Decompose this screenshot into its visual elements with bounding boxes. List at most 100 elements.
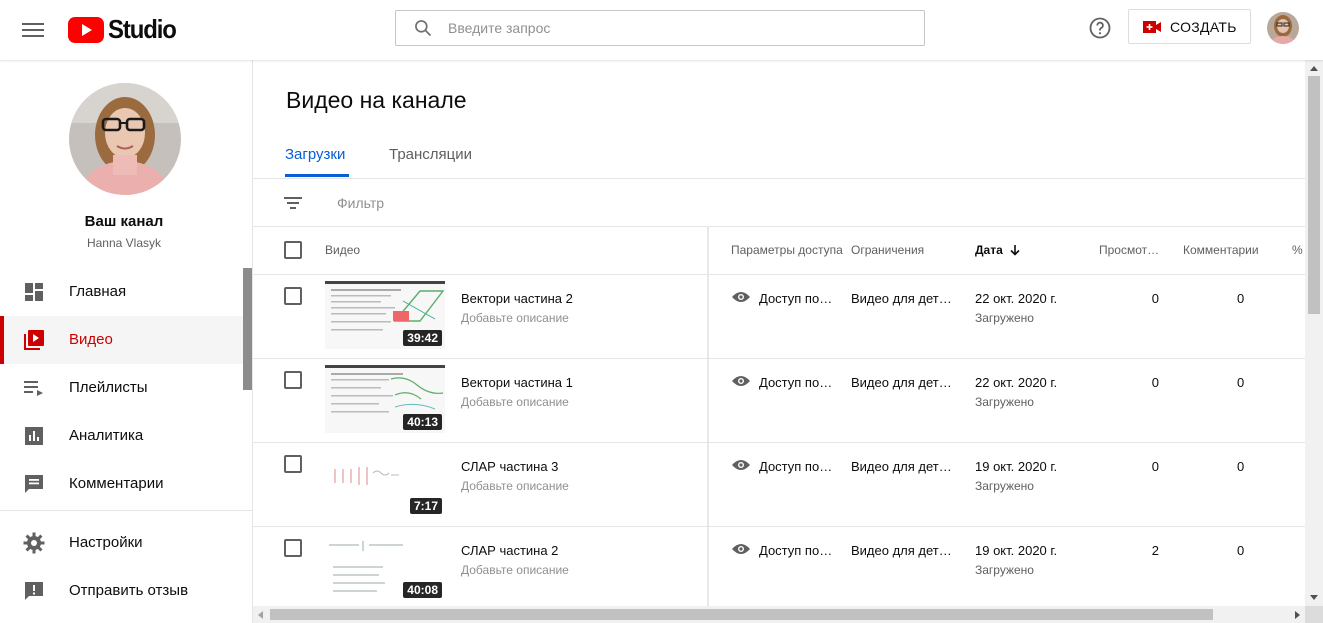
select-all-checkbox[interactable] xyxy=(284,241,302,259)
create-button[interactable]: СОЗДАТЬ xyxy=(1128,9,1251,44)
studio-logo[interactable]: Studio xyxy=(68,14,182,45)
search-input[interactable] xyxy=(448,20,888,36)
row-checkbox[interactable] xyxy=(284,539,302,557)
table-row[interactable]: 7:17 СЛАР частина 3 Добавьте описание До… xyxy=(253,442,1305,526)
scrollbar-thumb[interactable] xyxy=(1308,76,1320,314)
settings-gear-icon xyxy=(23,532,45,554)
restrictions-value: Видео для дет… xyxy=(851,291,952,306)
filter-input[interactable]: Фильтр xyxy=(337,195,384,211)
video-library-icon xyxy=(24,330,44,350)
column-header-views[interactable]: Просмот… xyxy=(1099,243,1159,257)
help-icon[interactable] xyxy=(1088,16,1112,40)
restrictions-value: Видео для дет… xyxy=(851,543,952,558)
table-row[interactable]: 39:42 Вектори частина 2 Добавьте описани… xyxy=(253,274,1305,358)
sidebar-item-videos[interactable]: Видео xyxy=(0,316,252,364)
create-label: СОЗДАТЬ xyxy=(1170,18,1237,35)
comments-count: 0 xyxy=(1237,291,1245,306)
video-thumbnail[interactable]: 39:42 xyxy=(325,281,445,349)
sidebar-item-label: Отправить отзыв xyxy=(69,582,189,599)
row-checkbox[interactable] xyxy=(284,455,302,473)
sidebar-item-label: Главная xyxy=(69,283,127,300)
analytics-icon xyxy=(25,427,43,445)
eye-icon xyxy=(732,544,750,554)
sidebar-item-feedback[interactable]: Отправить отзыв xyxy=(0,567,252,615)
video-title[interactable]: СЛАР частина 3 xyxy=(461,459,558,474)
channel-avatar[interactable] xyxy=(69,83,181,195)
video-thumbnail[interactable]: 7:17 xyxy=(325,449,445,517)
arrow-down-icon xyxy=(1010,245,1020,256)
video-title[interactable]: СЛАР частина 2 xyxy=(461,543,558,558)
video-duration: 7:17 xyxy=(409,498,442,514)
tab-uploads[interactable]: Загрузки xyxy=(285,146,345,163)
scroll-down-arrow-icon[interactable] xyxy=(1310,595,1318,600)
sidebar-item-label: Настройки xyxy=(69,534,143,551)
sidebar-divider xyxy=(0,510,252,511)
account-avatar[interactable] xyxy=(1267,12,1299,44)
column-header-visibility: Параметры доступа xyxy=(731,243,843,257)
camera-icon xyxy=(1143,20,1161,33)
date-value: 19 окт. 2020 г. xyxy=(975,543,1058,558)
playlist-icon xyxy=(24,381,43,396)
video-duration: 40:08 xyxy=(403,582,442,598)
video-thumbnail[interactable]: 40:08 xyxy=(325,533,445,601)
visibility-value[interactable]: Доступ по… xyxy=(759,543,832,558)
video-title[interactable]: Вектори частина 1 xyxy=(461,375,573,390)
visibility-value[interactable]: Доступ по… xyxy=(759,459,832,474)
sidebar-item-label: Аналитика xyxy=(69,427,144,444)
sidebar-item-comments[interactable]: Комментарии xyxy=(0,460,252,508)
logo-text: Studio xyxy=(108,14,177,44)
main-content: Видео на канале Загрузки Трансляции Филь… xyxy=(253,60,1305,623)
comments-count: 0 xyxy=(1237,459,1245,474)
vertical-scrollbar[interactable] xyxy=(1305,60,1323,606)
table-row[interactable]: 40:13 Вектори частина 1 Добавьте описани… xyxy=(253,358,1305,442)
sidebar-item-settings[interactable]: Настройки xyxy=(0,519,252,567)
sidebar-scrollbar[interactable] xyxy=(243,268,252,390)
tab-live[interactable]: Трансляции xyxy=(389,146,472,163)
views-count: 0 xyxy=(1151,375,1159,390)
scroll-left-arrow-icon[interactable] xyxy=(258,611,263,619)
video-title[interactable]: Вектори частина 2 xyxy=(461,291,573,306)
scrollbar-thumb[interactable] xyxy=(270,609,1213,620)
video-description[interactable]: Добавьте описание xyxy=(461,395,569,409)
filter-icon[interactable] xyxy=(283,194,303,212)
visibility-value[interactable]: Доступ по… xyxy=(759,375,832,390)
visibility-value[interactable]: Доступ по… xyxy=(759,291,832,306)
video-description[interactable]: Добавьте описание xyxy=(461,563,569,577)
column-header-likes[interactable]: % " xyxy=(1292,243,1305,257)
row-checkbox[interactable] xyxy=(284,371,302,389)
top-bar: Studio СОЗДАТЬ xyxy=(0,0,1323,60)
divider xyxy=(253,226,1305,227)
search-box[interactable] xyxy=(395,10,925,46)
upload-status: Загружено xyxy=(975,311,1034,325)
column-header-restrictions: Ограничения xyxy=(851,243,925,257)
horizontal-scrollbar[interactable] xyxy=(253,606,1305,623)
divider xyxy=(253,178,1305,179)
search-icon xyxy=(415,20,432,37)
scrollbar-corner xyxy=(1305,606,1323,623)
views-count: 0 xyxy=(1151,459,1159,474)
video-description[interactable]: Добавьте описание xyxy=(461,479,569,493)
scroll-right-arrow-icon[interactable] xyxy=(1295,611,1300,619)
date-value: 22 окт. 2020 г. xyxy=(975,291,1058,306)
column-header-date[interactable]: Дата xyxy=(975,243,1021,257)
sidebar-item-dashboard[interactable]: Главная xyxy=(0,268,252,316)
scroll-up-arrow-icon[interactable] xyxy=(1310,66,1318,71)
video-duration: 39:42 xyxy=(403,330,442,346)
row-checkbox[interactable] xyxy=(284,287,302,305)
upload-status: Загружено xyxy=(975,563,1034,577)
sidebar-item-label: Видео xyxy=(69,331,113,348)
video-description[interactable]: Добавьте описание xyxy=(461,311,569,325)
youtube-play-icon xyxy=(68,16,104,43)
menu-icon[interactable] xyxy=(22,19,44,41)
views-count: 0 xyxy=(1151,291,1159,306)
sidebar: Ваш канал Hanna Vlasyk Главная Видео Пле… xyxy=(0,60,253,623)
channel-title[interactable]: Ваш канал xyxy=(0,213,248,230)
comments-count: 0 xyxy=(1237,543,1245,558)
table-row[interactable]: 40:08 СЛАР частина 2 Добавьте описание Д… xyxy=(253,526,1305,610)
sidebar-item-playlists[interactable]: Плейлисты xyxy=(0,364,252,412)
sidebar-item-analytics[interactable]: Аналитика xyxy=(0,412,252,460)
column-header-comments[interactable]: Комментарии xyxy=(1183,243,1259,257)
video-thumbnail[interactable]: 40:13 xyxy=(325,365,445,433)
comments-icon xyxy=(25,475,43,493)
eye-icon xyxy=(732,376,750,386)
